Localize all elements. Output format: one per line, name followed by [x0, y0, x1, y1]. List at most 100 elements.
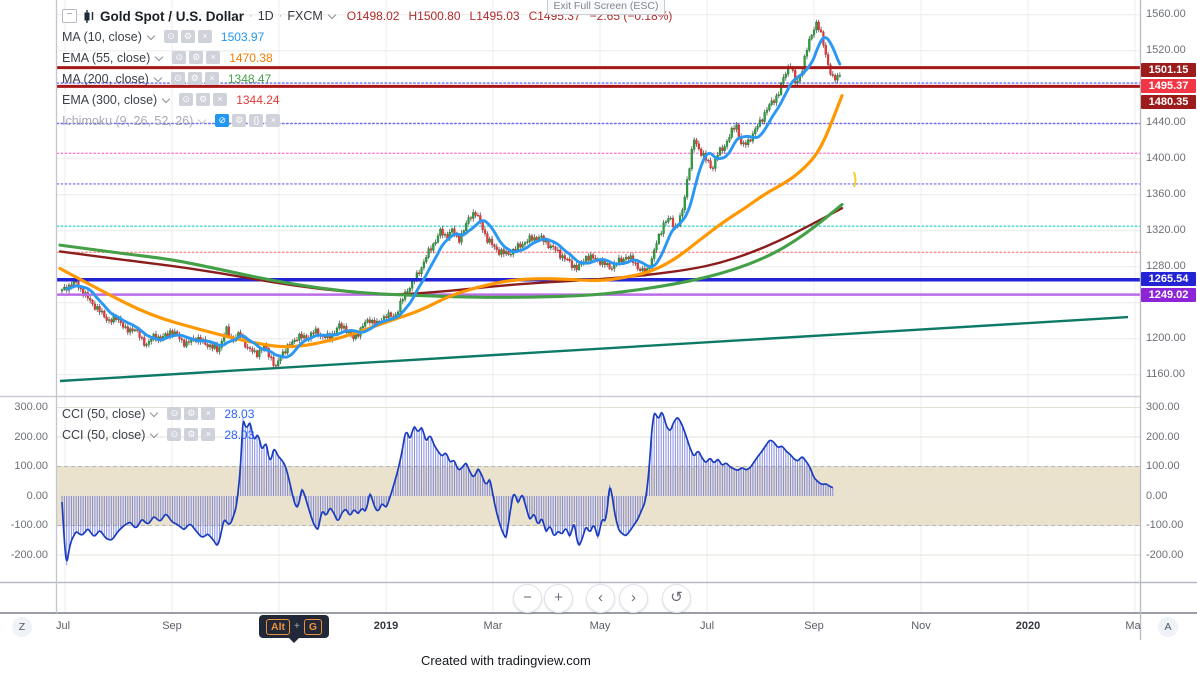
title-separator: · — [278, 10, 283, 22]
interval-label[interactable]: 1D — [258, 9, 274, 23]
time-axis-label: Ma — [1125, 620, 1141, 632]
chevron-down-icon[interactable] — [150, 408, 159, 417]
close-icon[interactable]: × — [201, 428, 216, 441]
ema55-line[interactable] — [58, 94, 844, 349]
time-axis-label: Jul — [699, 620, 715, 632]
chevron-down-icon[interactable] — [198, 115, 207, 124]
close-icon[interactable]: × — [197, 30, 212, 43]
ohlc-token: L1495.03 — [469, 9, 520, 23]
eye-icon[interactable]: ⊙ — [167, 428, 182, 441]
zoom-out-button[interactable]: − — [513, 584, 542, 613]
price-axis-label: 1320.00 — [1146, 224, 1186, 237]
gear-icon[interactable]: ⚙ — [232, 114, 247, 127]
cci-legend: CCI (50, close) ⊙ ⚙ × 28.03 CCI (50, close) ⊙ ⚙… — [62, 403, 254, 445]
gear-icon[interactable]: ⚙ — [180, 30, 195, 43]
eye-icon[interactable]: ⊙ — [179, 93, 194, 106]
gear-icon[interactable]: ⚙ — [184, 428, 199, 441]
time-axis-label: Nov — [911, 620, 931, 632]
indicator-row: CCI (50, close) ⊙ ⚙ × 28.03 — [62, 403, 254, 424]
chevron-down-icon[interactable] — [154, 52, 164, 61]
price-badge: 1480.35 — [1141, 95, 1196, 109]
price-badge: 1265.54 — [1141, 272, 1196, 286]
cci-axis-label: 200.00 — [1146, 430, 1180, 443]
gear-icon[interactable]: ⚙ — [187, 72, 202, 85]
price-badge: 1249.02 — [1141, 288, 1196, 302]
indicator-buttons: ⊙ ⚙ × — [179, 93, 230, 106]
cci-axis-label: 0.00 — [26, 489, 48, 502]
timezone-button[interactable]: Z — [12, 617, 32, 637]
price-badge: 1495.37 — [1141, 79, 1196, 93]
eye-icon[interactable]: ⊙ — [172, 51, 187, 64]
indicator-label[interactable]: MA (200, close) — [62, 72, 149, 86]
cci-axis-label: 100.00 — [14, 460, 48, 472]
time-axis-label: Sep — [804, 620, 824, 632]
indicator-row: Ichimoku (9, 26, 52, 26) ⊘ ⚙{} × — [62, 110, 681, 131]
chevron-down-icon[interactable] — [153, 73, 163, 82]
gear-icon[interactable]: ⚙ — [184, 407, 199, 420]
price-axis-label: 1280.00 — [1146, 260, 1186, 273]
eye-icon[interactable]: ⊙ — [163, 30, 178, 43]
gear-icon[interactable]: ⚙ — [196, 93, 211, 106]
indicator-buttons: ⊙ ⚙ × — [167, 407, 218, 420]
time-axis-label: Jul — [55, 620, 71, 632]
indicator-label[interactable]: CCI (50, close) — [62, 428, 145, 442]
price-axis-label: 1400.00 — [1146, 152, 1186, 165]
close-icon[interactable]: × — [204, 72, 219, 85]
candlestick-logo-icon — [84, 9, 94, 23]
cci-axis-label: -100.00 — [1146, 519, 1184, 531]
cci-axis-label: 300.00 — [1146, 401, 1180, 413]
time-axis-label: May — [589, 620, 611, 632]
indicator-label[interactable]: EMA (300, close) — [62, 93, 157, 107]
ma200-line[interactable] — [58, 203, 844, 299]
tradingview-chart-window: Exit Full Screen (ESC) − Gold Spot / U.S… — [0, 0, 1197, 677]
symbol-title[interactable]: Gold Spot / U.S. Dollar — [100, 9, 244, 24]
time-axis-label: Mar — [483, 620, 503, 632]
time-axis-label: Sep — [162, 620, 182, 632]
cci-axis-label: -200.00 — [1146, 548, 1184, 561]
eye-icon[interactable]: ⊙ — [170, 72, 185, 85]
collapse-pane-icon[interactable]: − — [62, 9, 77, 23]
indicator-value: 28.03 — [224, 406, 255, 421]
yellow-drawing-mark[interactable] — [853, 171, 857, 188]
eye-off-icon[interactable]: ⊘ — [215, 114, 230, 127]
scroll-left-button[interactable]: ‹ — [586, 584, 615, 613]
ohlc-token: O1498.02 — [346, 9, 400, 23]
chart-legend: − Gold Spot / U.S. Dollar · 1D · FXCM O1… — [62, 6, 681, 131]
auto-scale-button[interactable]: A — [1158, 617, 1178, 637]
ohlc-token: H1500.80 — [408, 9, 461, 23]
chevron-down-icon[interactable] — [161, 94, 171, 103]
alt-keycap: Alt — [266, 618, 290, 635]
indicator-row: EMA (55, close) ⊙ ⚙ × 1470.38 — [62, 47, 681, 68]
exchange-label[interactable]: FXCM — [287, 9, 322, 23]
close-icon[interactable]: × — [266, 114, 281, 127]
chevron-down-icon[interactable] — [146, 31, 156, 40]
indicator-label[interactable]: EMA (55, close) — [62, 51, 150, 65]
price-axis-label: 1520.00 — [1146, 44, 1186, 57]
cci-axis-label: 300.00 — [14, 401, 48, 413]
price-axis-label: 1560.00 — [1146, 8, 1186, 21]
indicator-label[interactable]: MA (10, close) — [62, 30, 142, 44]
reset-chart-button[interactable]: ↺ — [662, 584, 691, 613]
zoom-in-button[interactable]: + — [544, 584, 573, 613]
braces-icon[interactable]: {} — [249, 114, 264, 127]
eye-icon[interactable]: ⊙ — [167, 407, 182, 420]
time-axis-label: 2019 — [373, 620, 399, 632]
scroll-right-button[interactable]: › — [619, 584, 648, 613]
indicator-label[interactable]: Ichimoku (9, 26, 52, 26) — [62, 114, 193, 128]
indicator-value: 1344.24 — [236, 92, 280, 107]
price-axis-label: 1440.00 — [1146, 116, 1186, 129]
close-icon[interactable]: × — [201, 407, 216, 420]
title-separator: · — [249, 10, 253, 22]
chevron-down-icon[interactable] — [150, 429, 159, 438]
indicator-buttons: ⊙ ⚙ × — [163, 30, 215, 43]
indicator-row: MA (200, close) ⊙ ⚙ × 1348.47 — [62, 68, 681, 89]
close-icon[interactable]: × — [206, 51, 221, 64]
indicator-label[interactable]: CCI (50, close) — [62, 407, 145, 421]
gear-icon[interactable]: ⚙ — [189, 51, 204, 64]
price-badge: 1501.15 — [1141, 63, 1196, 77]
chevron-down-icon[interactable] — [327, 10, 337, 20]
indicator-legend-rows: MA (10, close) ⊙ ⚙ × 1503.97 EMA (55, close) ⊙… — [62, 26, 681, 131]
price-axis-label: 1200.00 — [1146, 332, 1186, 345]
close-icon[interactable]: × — [213, 93, 228, 106]
exit-fullscreen-tooltip: Exit Full Screen (ESC) — [547, 0, 665, 15]
